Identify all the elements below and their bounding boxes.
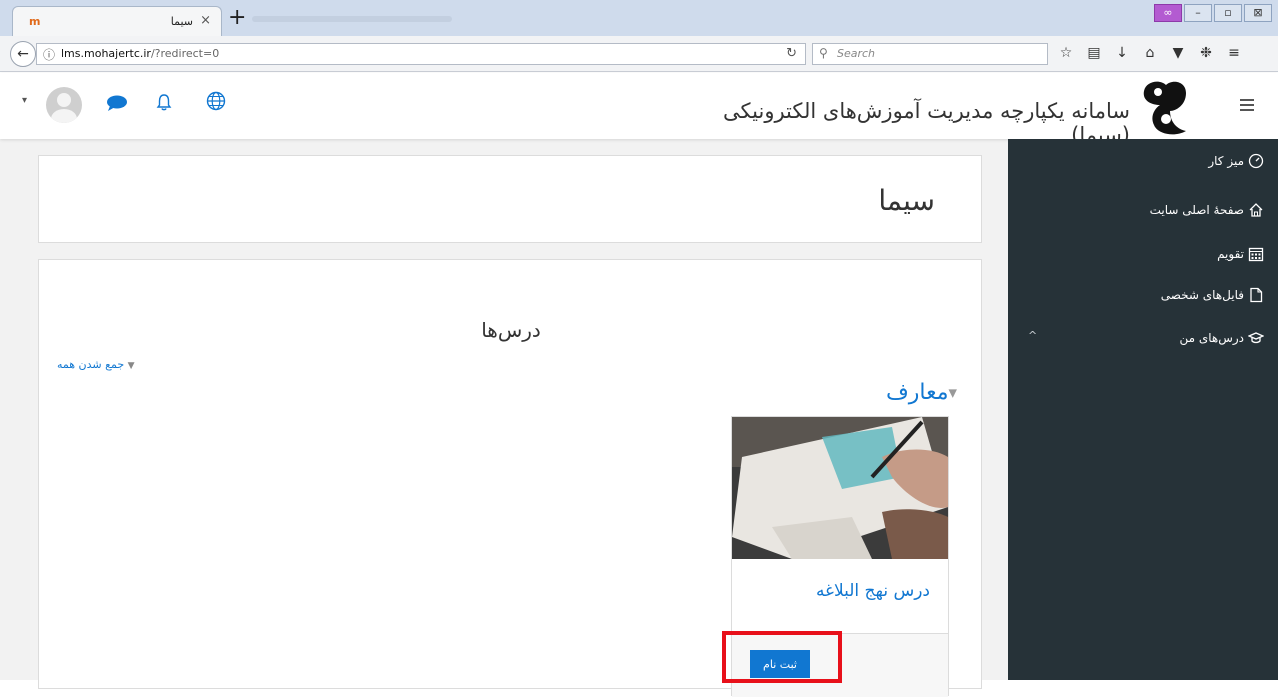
caret-down-icon: ▼ <box>127 361 135 371</box>
site-header: ▾ سامانه یکپارچه مدیریت آموزش‌های الکترو… <box>0 73 1278 147</box>
browser-toolbar: ☆ ▤ ↓ ⌂ ▼ ❉ ≡ <box>1058 45 1242 61</box>
browser-search-input[interactable]: ⚲ Search <box>812 43 1048 65</box>
background-tab[interactable] <box>252 12 452 26</box>
url-text[interactable]: lms.mohajertc.ir/?redirect=0 <box>61 47 219 60</box>
sidebar-item-my-courses[interactable]: درس‌های من <box>1179 326 1264 350</box>
page-header-card: سیما <box>38 155 982 243</box>
graduation-cap-icon <box>1248 332 1264 344</box>
category-link[interactable]: ▼معارف <box>886 380 957 405</box>
private-mask-icon: ∞ <box>1154 4 1182 22</box>
caret-down-icon: ▼ <box>948 386 957 400</box>
browser-nav-bar: ← ⓘ lms.mohajertc.ir/?redirect=0 ↻ ⚲ Sea… <box>0 36 1278 72</box>
calendar-icon <box>1248 247 1264 262</box>
browser-tab-bar: m سیما × + ∞ – ▫ ⊠ <box>0 0 1278 36</box>
page: ▾ سامانه یکپارچه مدیریت آموزش‌های الکترو… <box>0 73 1278 697</box>
menu-icon[interactable]: ≡ <box>1226 45 1242 61</box>
course-name-link[interactable]: درس نهج البلاغه <box>816 581 930 601</box>
courses-heading: درس‌ها <box>481 318 541 342</box>
reload-icon[interactable]: ↻ <box>786 46 797 61</box>
file-icon <box>1250 287 1263 303</box>
course-list-card: درس‌ها ▼ جمع شدن همه ▼معارف درس نهج البل… <box>38 259 982 697</box>
tab-favicon-icon: m <box>29 15 41 28</box>
maximize-button[interactable]: ▫ <box>1214 4 1242 22</box>
avatar[interactable] <box>46 87 82 123</box>
sidebar-item-private-files[interactable]: فایل‌های شخصی <box>1161 283 1264 307</box>
sidebar-item-calendar[interactable]: تقویم <box>1217 242 1264 266</box>
minimize-button[interactable]: – <box>1184 4 1212 22</box>
home-icon <box>1249 203 1263 217</box>
sidebar-item-dashboard[interactable]: میز کار <box>1208 149 1264 173</box>
close-window-button[interactable]: ⊠ <box>1244 4 1272 22</box>
url-bar[interactable]: ⓘ lms.mohajertc.ir/?redirect=0 ↻ <box>36 43 806 65</box>
back-arrow-icon[interactable]: ← <box>10 41 36 67</box>
info-icon[interactable]: ⓘ <box>43 46 55 63</box>
bell-icon[interactable] <box>156 93 172 111</box>
sidebar-item-label: صفحهٔ اصلی سایت <box>1149 203 1244 217</box>
download-icon[interactable]: ↓ <box>1114 45 1130 61</box>
sidebar-item-label: فایل‌های شخصی <box>1160 288 1244 302</box>
message-icon[interactable] <box>106 95 128 111</box>
new-tab-button[interactable]: + <box>228 7 246 29</box>
collapse-all-link[interactable]: ▼ جمع شدن همه <box>57 358 135 371</box>
course-image[interactable] <box>732 417 948 559</box>
home-icon[interactable]: ⌂ <box>1142 45 1158 61</box>
tab-title: سیما <box>170 15 193 28</box>
sidebar-item-label: میز کار <box>1208 154 1244 168</box>
search-placeholder: Search <box>837 47 876 60</box>
star-icon[interactable]: ☆ <box>1058 45 1074 61</box>
hamburger-menu-icon[interactable] <box>1240 99 1254 111</box>
pocket-icon[interactable]: ▼ <box>1170 45 1186 61</box>
search-icon: ⚲ <box>819 46 828 60</box>
user-menu-caret-icon[interactable]: ▾ <box>22 95 27 106</box>
sidebar-item-home[interactable]: صفحهٔ اصلی سایت <box>1150 198 1264 222</box>
browser-tab[interactable]: m سیما × <box>12 6 222 36</box>
reading-list-icon[interactable]: ▤ <box>1086 45 1102 61</box>
sidebar-nav: میز کار صفحهٔ اصلی سایت تقویم فایل‌های ش… <box>1008 139 1278 680</box>
globe-icon[interactable] <box>206 91 226 111</box>
logo-icon[interactable] <box>1136 77 1192 137</box>
sidebar-item-label: درس‌های من <box>1179 331 1244 345</box>
sidebar-item-label: تقویم <box>1217 247 1244 261</box>
annotation-highlight-box <box>722 631 842 683</box>
page-title: سیما <box>878 184 935 217</box>
window-controls: ∞ – ▫ ⊠ <box>1154 4 1272 22</box>
tab-close-icon[interactable]: × <box>200 13 211 28</box>
dashboard-icon <box>1248 153 1264 169</box>
extension-icon[interactable]: ❉ <box>1198 45 1214 61</box>
expand-chevron-up-icon[interactable]: ^ <box>1028 329 1037 342</box>
